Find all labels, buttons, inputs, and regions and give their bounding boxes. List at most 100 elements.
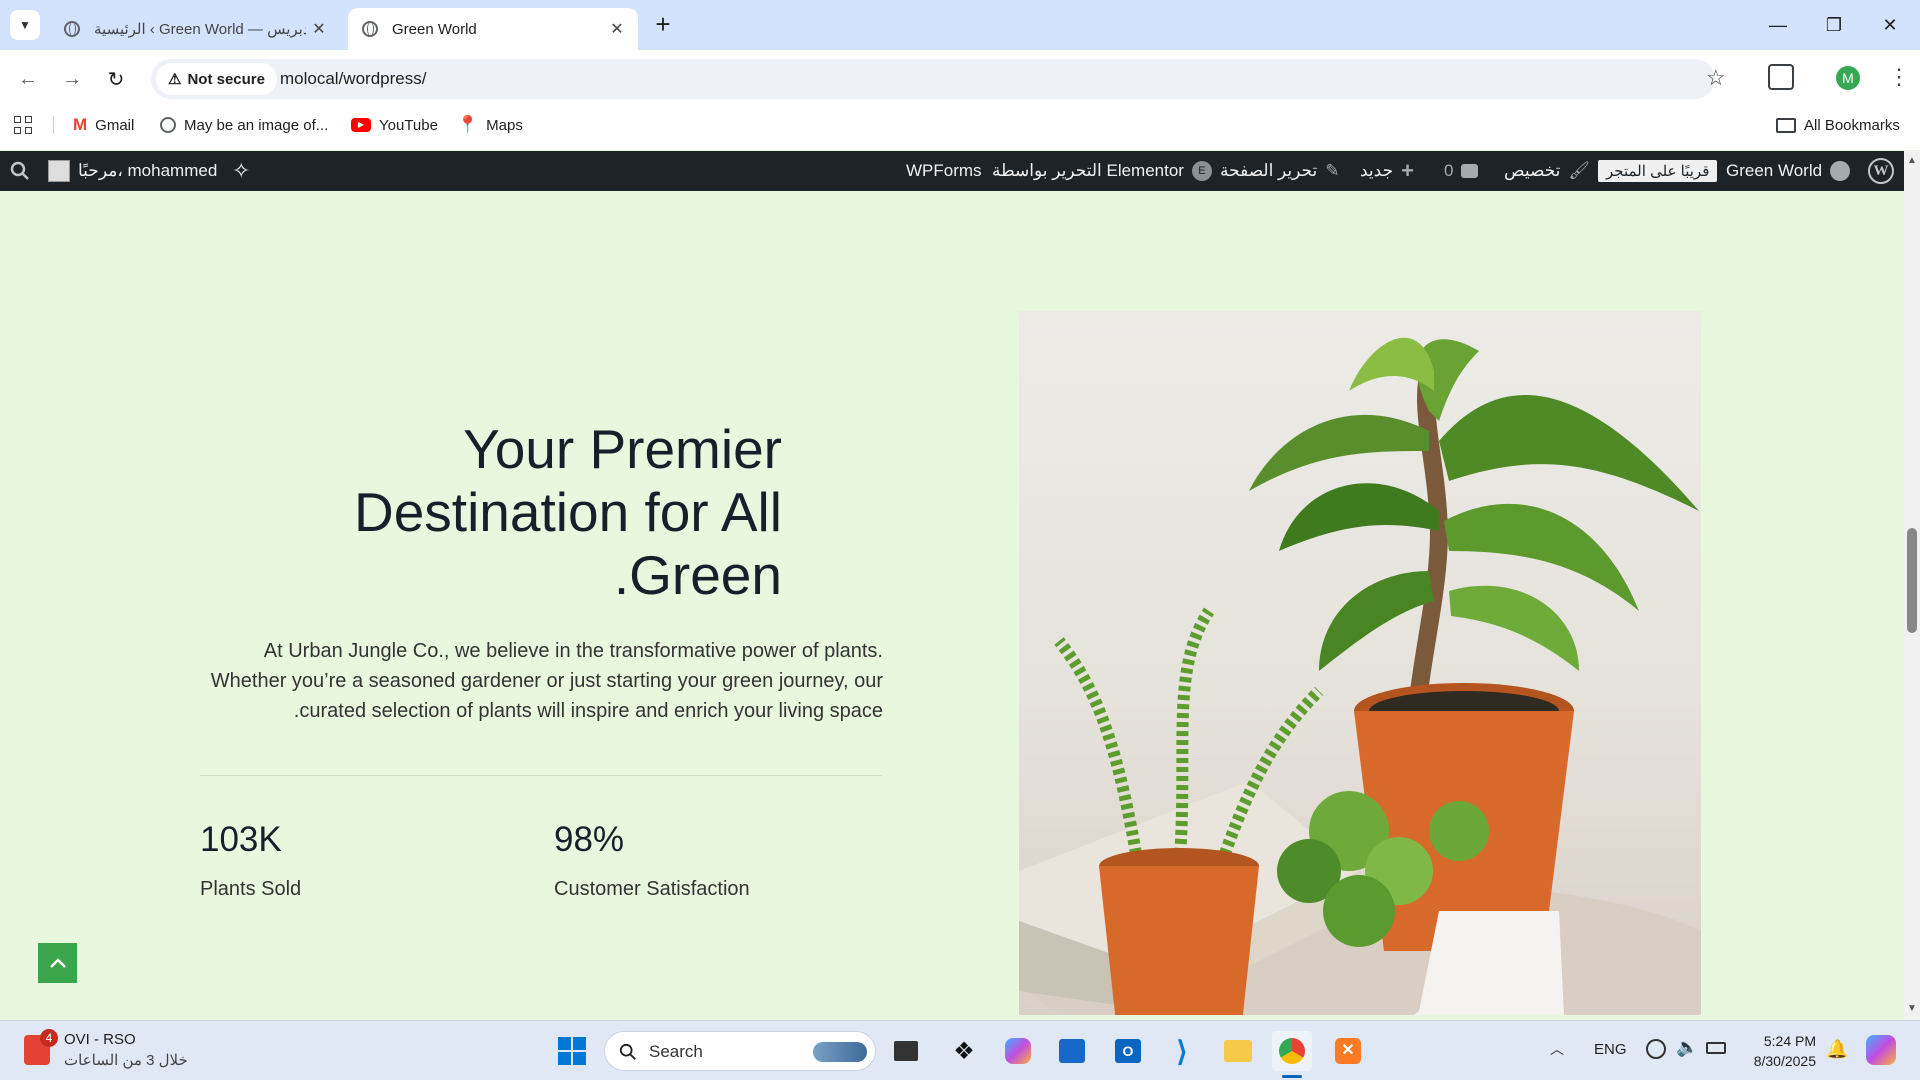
folder-icon: [1224, 1040, 1252, 1062]
chrome-icon: [1279, 1038, 1305, 1064]
globe-icon: [160, 117, 176, 133]
taskbar-widget-app[interactable]: 4 OVI - RSO خلال 3 من الساعات: [20, 1029, 220, 1073]
wp-admin-bar: مرحبًا، mohammed ✧ WPForms التحرير بواسط…: [0, 151, 1904, 191]
scroll-down-arrow[interactable]: ▼: [1907, 1003, 1917, 1014]
battery-icon[interactable]: [1706, 1042, 1726, 1054]
maps-pin-icon: 📍: [457, 115, 479, 134]
taskbar-app-xampp[interactable]: ✕: [1328, 1031, 1368, 1071]
windows-taskbar: 4 OVI - RSO خلال 3 من الساعات Search ❖ O…: [0, 1020, 1920, 1080]
address-bar[interactable]: ⚠ Not secure molocal/wordpress/ ☆: [151, 59, 1726, 99]
admin-new[interactable]: جديد +: [1360, 151, 1414, 191]
close-icon[interactable]: ✕: [604, 19, 630, 39]
admin-comments[interactable]: 0: [1444, 151, 1479, 191]
youtube-icon: ▶: [351, 118, 371, 132]
sparkle-icon: ✧: [232, 158, 251, 183]
taskbar-app-store[interactable]: [1052, 1031, 1092, 1071]
search-highlight-icon: [813, 1042, 867, 1062]
divider: [200, 775, 882, 776]
taskbar-search[interactable]: Search: [604, 1031, 876, 1071]
taskbar-app-outlook[interactable]: O: [1108, 1031, 1148, 1071]
minimize-button[interactable]: —: [1750, 0, 1806, 50]
stat-plants-sold-label: Plants Sold: [200, 878, 302, 900]
windows-logo-icon: [558, 1037, 586, 1065]
ai-sparkle-button[interactable]: ✧: [232, 151, 250, 191]
globe-icon: [362, 21, 378, 37]
gmail-icon: M: [73, 115, 88, 134]
stat-satisfaction-value: 98%: [554, 820, 625, 859]
menu-icon[interactable]: ⋮: [1888, 64, 1910, 90]
bookmark-youtube[interactable]: ▶ YouTube: [351, 108, 438, 142]
star-icon[interactable]: ☆: [1706, 65, 1726, 91]
bookmark-gmail[interactable]: M Gmail: [73, 108, 134, 142]
globe-icon: [64, 21, 80, 37]
taskbar-app-chrome[interactable]: [1272, 1031, 1312, 1071]
wordpress-logo-icon[interactable]: W: [1868, 151, 1894, 191]
chevron-up-icon: [49, 958, 66, 968]
bookmark-maps[interactable]: 📍 Maps: [457, 108, 523, 142]
folder-icon: [1776, 117, 1796, 133]
elementor-icon: E: [1191, 161, 1212, 181]
show-hidden-icons[interactable]: ︿: [1550, 1039, 1564, 1059]
comment-icon: [1461, 164, 1479, 178]
outlook-icon: O: [1115, 1039, 1141, 1063]
tab-green-world[interactable]: Green World ✕: [348, 8, 638, 50]
taskbar-app-taskview[interactable]: [886, 1031, 926, 1071]
volume-icon[interactable]: 🔈: [1676, 1037, 1698, 1058]
back-button[interactable]: ←: [12, 63, 44, 95]
warning-icon: ⚠: [168, 71, 182, 88]
taskbar-app-explorer[interactable]: [1218, 1031, 1258, 1071]
dropbox-icon: ❖: [953, 1037, 975, 1065]
reload-icon: ↻: [107, 68, 125, 91]
avatar[interactable]: M: [1836, 66, 1860, 90]
apps-icon[interactable]: [14, 116, 32, 134]
network-icon[interactable]: [1646, 1039, 1666, 1059]
reload-button[interactable]: ↻: [100, 63, 132, 95]
start-button[interactable]: [552, 1031, 592, 1071]
search-icon: [619, 1043, 636, 1060]
bookmarks-bar: M Gmail May be an image of... ▶ YouTube …: [0, 108, 1920, 150]
back-to-top-button[interactable]: [38, 943, 77, 983]
stat-satisfaction-label: Customer Satisfaction: [554, 878, 750, 900]
stat-plants-sold-value: 103K: [200, 820, 282, 859]
taskbar-app-vscode[interactable]: ⟩: [1162, 1031, 1202, 1071]
all-bookmarks-button[interactable]: All Bookmarks: [1776, 108, 1900, 142]
admin-elementor-edit[interactable]: التحرير بواسطة Elementor E: [992, 151, 1212, 191]
new-tab-button[interactable]: +: [648, 8, 678, 42]
bookmark-image[interactable]: May be an image of...: [160, 108, 328, 142]
scroll-thumb[interactable]: [1907, 528, 1917, 633]
store-icon: [1059, 1039, 1085, 1063]
taskbar-app-dropbox[interactable]: ❖: [944, 1031, 984, 1071]
notification-bell-icon[interactable]: 🔔: [1826, 1039, 1848, 1060]
admin-edit-page[interactable]: تحرير الصفحة ✎: [1220, 151, 1340, 191]
tab-search-button[interactable]: ▼: [10, 10, 40, 40]
admin-customize[interactable]: تخصيص 🖌: [1504, 151, 1590, 191]
admin-site-name[interactable]: Green World: [1726, 151, 1851, 191]
close-window-button[interactable]: ✕: [1862, 0, 1918, 50]
browser-tab-bar: ▼ الرئيسية ‹ Green World — ووردبريس ✕ Gr…: [0, 0, 1920, 50]
hero-intro: At Urban Jungle Co., we believe in the t…: [210, 640, 883, 722]
tab-dashboard[interactable]: الرئيسية ‹ Green World — ووردبريس ✕: [50, 8, 340, 50]
admin-search-button[interactable]: [10, 151, 30, 191]
forward-button[interactable]: →: [56, 63, 88, 95]
notification-badge: 4: [40, 1029, 58, 1047]
admin-store-badge[interactable]: قريبًا على المتجر: [1598, 151, 1718, 191]
extensions-icon[interactable]: [1768, 64, 1794, 90]
dashboard-icon: [1830, 161, 1851, 181]
close-icon[interactable]: ✕: [306, 19, 332, 39]
plants-photo: [1019, 311, 1701, 1015]
taskview-icon: [894, 1041, 918, 1061]
page-scrollbar[interactable]: ▲ ▼: [1904, 151, 1920, 1020]
admin-wpforms[interactable]: WPForms: [906, 151, 982, 191]
url-text[interactable]: molocal/wordpress/: [280, 69, 426, 89]
chevron-down-icon: ▼: [19, 18, 31, 32]
scroll-up-arrow[interactable]: ▲: [1907, 155, 1917, 166]
clock[interactable]: 5:24 PM 8/30/2025: [1738, 1031, 1816, 1071]
copilot-pre-icon[interactable]: [1866, 1035, 1896, 1065]
admin-howdy-menu[interactable]: مرحبًا، mohammed: [48, 151, 217, 191]
arrow-left-icon: ←: [18, 67, 38, 90]
pencil-icon: ✎: [1325, 161, 1340, 180]
security-chip[interactable]: ⚠ Not secure: [156, 63, 277, 95]
restore-button[interactable]: ❐: [1806, 0, 1862, 50]
taskbar-app-copilot[interactable]: [998, 1031, 1038, 1071]
language-indicator[interactable]: ENG: [1594, 1041, 1627, 1058]
